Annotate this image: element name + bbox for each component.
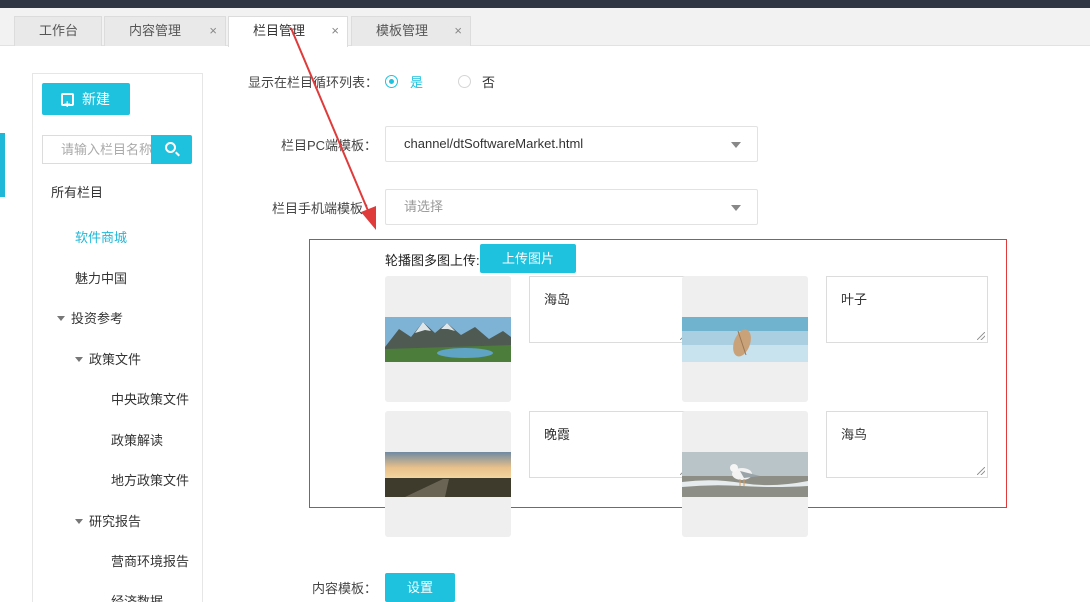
top-bar: [0, 0, 1090, 8]
radio-yes-label[interactable]: 是: [410, 72, 423, 91]
tree-item-economic-data[interactable]: 经济数据: [111, 591, 163, 602]
close-icon[interactable]: ×: [331, 17, 339, 45]
tab-label: 工作台: [39, 23, 79, 38]
caret-down-icon[interactable]: [75, 519, 83, 525]
tree-item-software-mall[interactable]: 软件商城: [75, 227, 127, 246]
search-icon: [165, 142, 176, 153]
caption-field-1[interactable]: 海岛: [529, 276, 691, 343]
resize-grip-icon[interactable]: [977, 467, 985, 475]
add-icon: [61, 89, 74, 121]
chevron-down-icon: [731, 205, 741, 211]
tree-item-local-policy[interactable]: 地方政策文件: [111, 470, 189, 489]
tab-template-management[interactable]: 模板管理 ×: [351, 16, 471, 46]
seagull-image: [682, 452, 808, 497]
caption-text: 叶子: [841, 292, 868, 307]
tree-item-research-reports[interactable]: 研究报告: [75, 511, 141, 530]
tree-item-all[interactable]: 所有栏目: [51, 182, 103, 201]
tree-item-policy-interpretation[interactable]: 政策解读: [111, 430, 163, 449]
radio-yes[interactable]: [385, 75, 398, 88]
carousel-image-3[interactable]: [385, 411, 511, 537]
search-button[interactable]: [151, 135, 192, 164]
pc-template-value: channel/dtSoftwareMarket.html: [404, 136, 584, 151]
new-column-button[interactable]: 新建: [42, 83, 130, 121]
carousel-image-4[interactable]: [682, 411, 808, 537]
tab-label: 栏目管理: [253, 23, 306, 38]
tree-item-investment[interactable]: 投资参考: [57, 308, 123, 327]
radio-no[interactable]: [458, 75, 471, 88]
tree-item-business-env-report[interactable]: 营商环境报告: [111, 551, 189, 570]
pc-template-label: 栏目PC端模板：: [281, 138, 378, 153]
caret-down-icon[interactable]: [75, 357, 83, 363]
mountain-lake-image: [385, 317, 511, 362]
caption-field-4[interactable]: 海鸟: [826, 411, 988, 478]
mobile-template-label: 栏目手机端模板：: [272, 201, 377, 216]
content-template-label: 内容模板：: [312, 581, 378, 596]
mobile-template-select[interactable]: 请选择: [385, 189, 758, 225]
tree-item-label: 投资参考: [71, 311, 124, 326]
caption-text: 晚霞: [544, 427, 571, 442]
sunset-road-image: [385, 452, 511, 497]
tab-label: 模板管理: [376, 23, 429, 38]
column-search-input[interactable]: 请输入栏目名称: [42, 135, 152, 164]
caption-field-2[interactable]: 叶子: [826, 276, 988, 343]
show-in-loop-label: 显示在栏目循环列表：: [248, 75, 379, 90]
radio-no-label[interactable]: 否: [482, 72, 495, 91]
tree-item-charming-china[interactable]: 魅力中国: [75, 268, 127, 287]
leaf-in-water-image: [682, 317, 808, 362]
column-tree-sidebar: 新建 请输入栏目名称 所有栏目 软件商城 魅力中国 投资参考 政策文件 中央政策…: [32, 73, 203, 602]
tab-content-management[interactable]: 内容管理 ×: [104, 16, 226, 46]
tab-label: 内容管理: [129, 23, 182, 38]
left-accent-bar: [0, 133, 5, 197]
set-content-template-button[interactable]: 设置: [385, 573, 455, 602]
new-button-label: 新建: [82, 91, 110, 107]
tab-workbench[interactable]: 工作台: [14, 16, 102, 46]
mobile-template-placeholder: 请选择: [404, 199, 444, 214]
carousel-upload-label: 轮播图多图上传:: [385, 253, 480, 268]
caption-text: 海鸟: [841, 427, 868, 442]
tree-item-label: 研究报告: [89, 514, 142, 529]
resize-grip-icon[interactable]: [977, 332, 985, 340]
caption-field-3[interactable]: 晚霞: [529, 411, 691, 478]
pc-template-select[interactable]: channel/dtSoftwareMarket.html: [385, 126, 758, 162]
tree-item-policy-docs[interactable]: 政策文件: [75, 349, 141, 368]
chevron-down-icon: [731, 142, 741, 148]
upload-image-button[interactable]: 上传图片: [480, 244, 576, 273]
tree-item-central-policy[interactable]: 中央政策文件: [111, 389, 189, 408]
carousel-image-1[interactable]: [385, 276, 511, 402]
caption-text: 海岛: [544, 292, 571, 307]
tab-bar: 工作台 内容管理 × 栏目管理 × 模板管理 ×: [0, 8, 1090, 47]
tree-item-label: 政策文件: [89, 352, 142, 367]
carousel-image-2[interactable]: [682, 276, 808, 402]
tab-column-management[interactable]: 栏目管理 ×: [228, 16, 348, 47]
caret-down-icon[interactable]: [57, 316, 65, 322]
close-icon[interactable]: ×: [454, 17, 462, 45]
close-icon[interactable]: ×: [209, 17, 217, 45]
